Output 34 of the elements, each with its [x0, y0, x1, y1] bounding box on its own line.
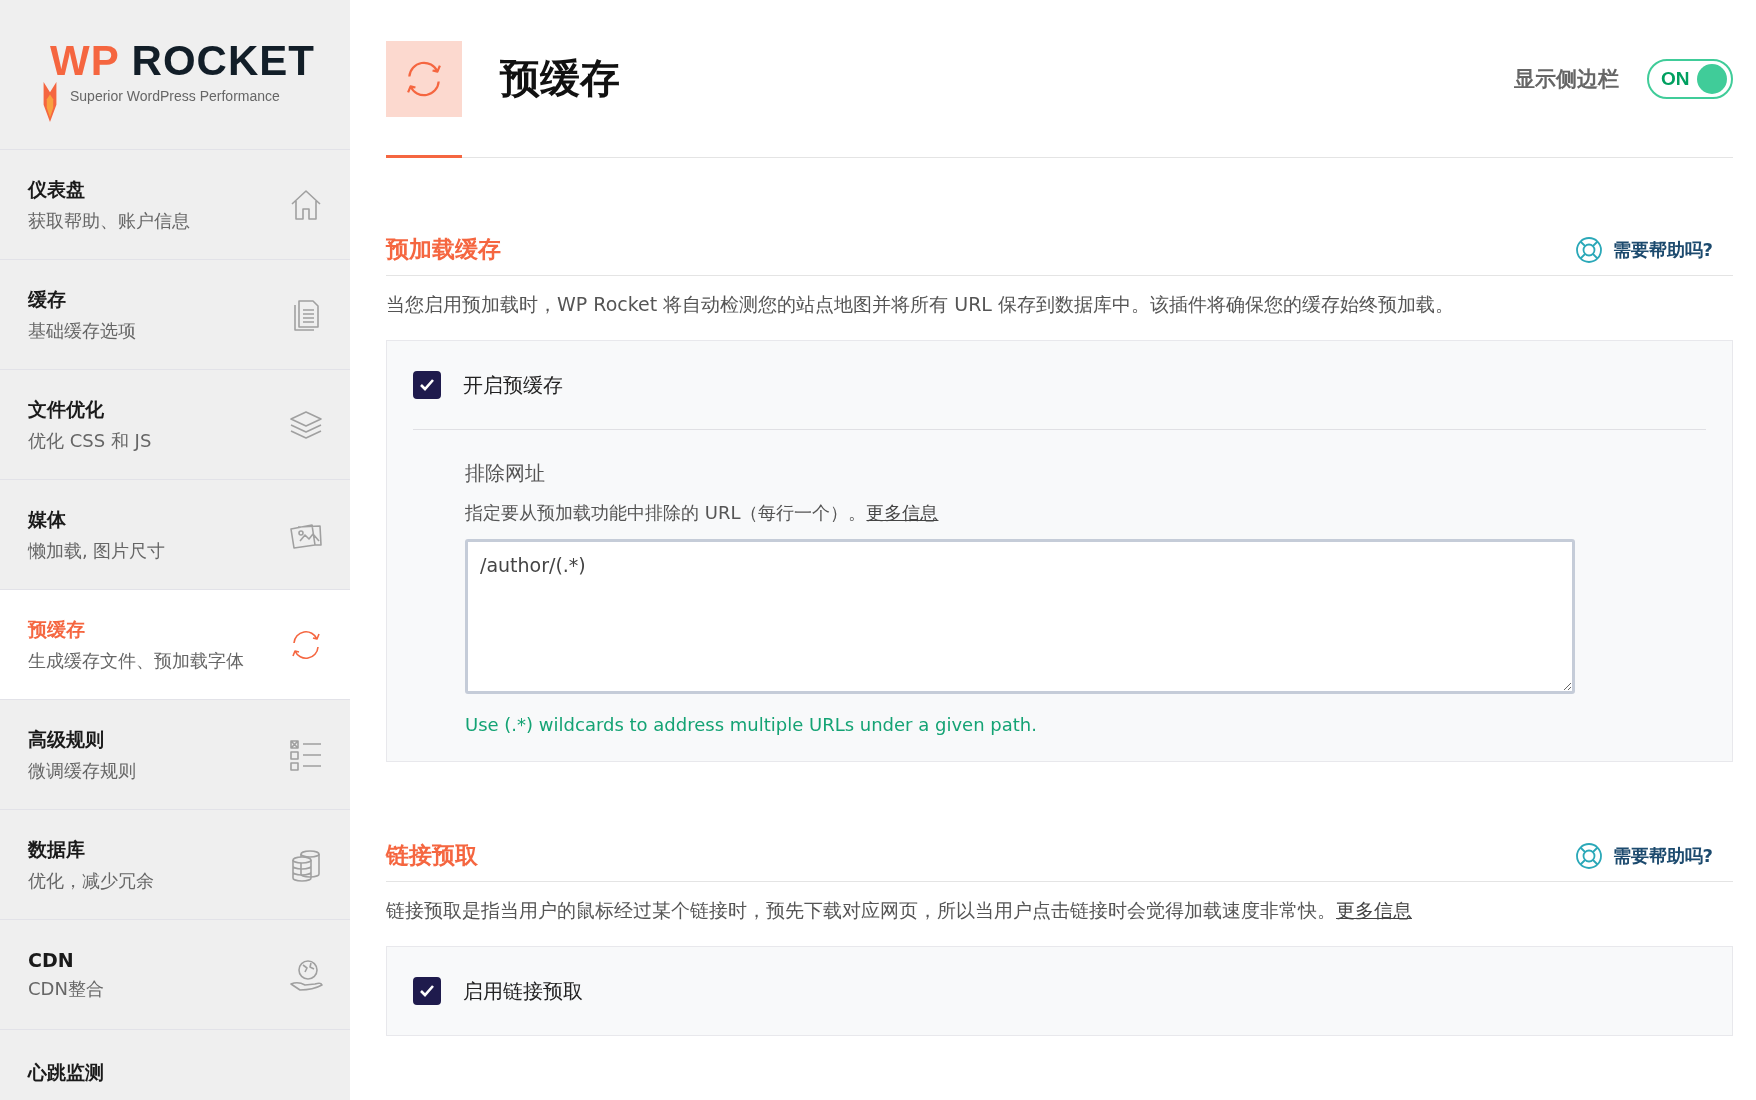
exclude-urls-field[interactable]: /author/(.*): [465, 539, 1575, 694]
checkbox-label: 开启预缓存: [463, 371, 563, 399]
section-description: 当您启用预加载时，WP Rocket 将自动检测您的站点地图并将所有 URL 保存到数据库中。该插件将确保您的缓存始终预加载。: [386, 292, 1455, 317]
more-info-link[interactable]: 更多信息: [1336, 899, 1412, 921]
lifebuoy-icon: [1574, 235, 1603, 264]
checkbox-label: 启用链接预取: [463, 977, 583, 1005]
sidebar-item[interactable]: 仪表盘 获取帮助、账户信息: [0, 150, 350, 260]
section-title: 链接预取: [386, 841, 478, 870]
sidebar-item[interactable]: 心跳监测: [0, 1030, 350, 1100]
section-title: 预加载缓存: [386, 235, 501, 264]
sidebar-item[interactable]: 高级规则 微调缓存规则: [0, 700, 350, 810]
checkmark-icon: [419, 984, 435, 998]
field-description: 指定要从预加载功能中排除的 URL（每行一个）。更多信息: [465, 501, 940, 525]
field-label: 排除网址: [465, 460, 546, 487]
toggle-label: 显示侧边栏: [1514, 65, 1619, 93]
field-hint: Use (.*) wildcards to address multiple URLs under a given path.: [465, 714, 1038, 735]
section-description: 链接预取是指当用户的鼠标经过某个链接时，预先下载对应网页，所以当用户点击链接时会觉得加载速度非常快。更多信息: [386, 898, 1413, 923]
lifebuoy-icon: [1574, 841, 1603, 870]
sidebar-item[interactable]: 数据库 优化，减少冗余: [0, 810, 350, 920]
sidebar-item[interactable]: 缓存 基础缓存选项: [0, 260, 350, 370]
help-link[interactable]: 需要帮助吗?: [1574, 841, 1713, 870]
sidebar-item[interactable]: 文件优化 优化 CSS 和 JS: [0, 370, 350, 480]
page-title: 预缓存: [500, 54, 620, 103]
sidebar-item[interactable]: 预缓存 生成缓存文件、预加载字体: [0, 590, 350, 700]
refresh-icon: [386, 40, 462, 117]
more-info-link[interactable]: 更多信息: [866, 502, 939, 523]
rocket-flame-icon: [42, 82, 58, 122]
checkbox[interactable]: [413, 371, 441, 399]
checkbox[interactable]: [413, 977, 441, 1005]
logo-tagline: Superior WordPress Performance: [70, 88, 281, 104]
checkmark-icon: [419, 378, 435, 392]
help-link[interactable]: 需要帮助吗?: [1574, 235, 1713, 264]
logo-wordmark: WP ROCKET: [50, 40, 315, 82]
sidebar-item[interactable]: CDN CDN整合: [0, 920, 350, 1030]
